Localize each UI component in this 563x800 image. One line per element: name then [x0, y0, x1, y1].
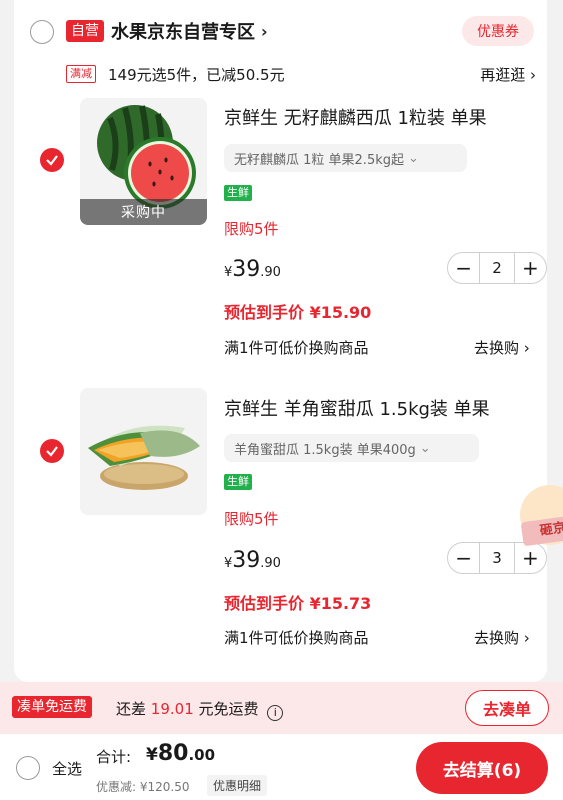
check-icon	[46, 446, 58, 457]
product-price: ¥39.90	[224, 257, 281, 282]
check-icon	[46, 155, 58, 166]
increase-button[interactable]: +	[515, 543, 546, 573]
product-image-melon[interactable]	[80, 388, 207, 515]
add-on-button[interactable]: 去凑单	[465, 690, 549, 726]
estimated-price: 预估到手价 ¥15.90	[224, 303, 372, 322]
discount-tag: 满减	[66, 65, 96, 83]
store-card: 自营 水果京东自营专区 › 优惠券 满减 149元选5件，已减50.5元 再逛逛…	[14, 0, 547, 682]
browse-more-link[interactable]: 再逛逛 ›	[480, 64, 536, 85]
select-all-label[interactable]: 全选	[52, 758, 82, 779]
quantity-input[interactable]: 3	[479, 543, 515, 573]
image-overlay-status: 采购中	[80, 199, 207, 225]
purchase-limit: 限购5件	[224, 510, 279, 528]
purchase-limit: 限购5件	[224, 220, 279, 238]
promo-row: 满减 149元选5件，已减50.5元 再逛逛 ›	[66, 63, 536, 85]
swap-offer-text: 满1件可低价换购商品	[224, 629, 369, 647]
spec-selector[interactable]: 羊角蜜甜瓜 1.5kg装 单果400g ⌄	[224, 434, 479, 462]
discount-detail-button[interactable]: 优惠明细	[207, 775, 268, 796]
total-label: 合计:	[96, 748, 132, 766]
product-image-watermelon[interactable]: 采购中	[80, 98, 207, 225]
discount-amount: 优惠减: ¥120.50	[96, 780, 190, 794]
swap-link[interactable]: 去换购 ›	[474, 337, 530, 358]
price-decimal: .90	[260, 556, 281, 571]
item-checkbox-watermelon[interactable]	[40, 148, 64, 172]
decrease-button[interactable]: −	[448, 543, 479, 573]
free-shipping-tag: 凑单免运费	[12, 696, 92, 718]
chevron-down-icon: ⌄	[408, 150, 419, 166]
free-shipping-text: 还差 19.01 元免运费 i	[116, 698, 284, 721]
free-shipping-suffix: 元免运费	[198, 700, 259, 718]
info-icon[interactable]: i	[267, 705, 284, 721]
quantity-stepper: − 2 +	[447, 252, 547, 284]
fresh-tag: 生鲜	[224, 474, 252, 490]
chevron-down-icon: ⌄	[419, 440, 431, 456]
total-integer: 80	[157, 741, 189, 766]
price-decimal: .90	[260, 265, 281, 280]
coupon-button[interactable]: 优惠券	[462, 16, 534, 46]
free-shipping-prefix: 还差	[116, 700, 147, 718]
store-name[interactable]: 水果京东自营专区	[111, 18, 255, 44]
free-shipping-bar: 凑单免运费 还差 19.01 元免运费 i 去凑单	[0, 682, 563, 734]
total-currency: ¥	[146, 745, 158, 765]
checkout-button[interactable]: 去结算(6)	[416, 742, 548, 794]
self-operated-tag: 自营	[66, 20, 104, 42]
promo-text: 149元选5件，已减50.5元	[108, 65, 285, 84]
spec-selector[interactable]: 无籽麒麟瓜 1粒 单果2.5kg起 ⌄	[224, 144, 467, 172]
store-header[interactable]: 自营 水果京东自营专区 ›	[66, 16, 268, 46]
spec-label: 无籽麒麟瓜 1粒 单果2.5kg起	[234, 152, 404, 168]
price-integer: 39	[232, 257, 261, 282]
free-shipping-amount: 19.01	[150, 700, 194, 718]
price-integer: 39	[232, 548, 261, 573]
spec-label: 羊角蜜甜瓜 1.5kg装 单果400g	[234, 442, 416, 458]
total-amount: ¥80.00	[146, 741, 215, 766]
quantity-input[interactable]: 2	[479, 253, 515, 283]
item-checkbox-melon[interactable]	[40, 439, 64, 463]
select-all-radio[interactable]	[16, 756, 40, 780]
swap-link[interactable]: 去换购 ›	[474, 627, 530, 648]
product-title[interactable]: 京鲜生 无籽麒麟西瓜 1粒装 单果	[224, 104, 487, 130]
chevron-right-icon: ›	[261, 21, 268, 41]
store-select-radio[interactable]	[30, 20, 54, 44]
melon-image	[88, 425, 200, 490]
total-decimal: .00	[188, 746, 216, 764]
fresh-tag: 生鲜	[224, 185, 252, 201]
product-title[interactable]: 京鲜生 羊角蜜甜瓜 1.5kg装 单果	[224, 395, 490, 421]
checkout-footer: 全选 合计: ¥80.00 优惠减: ¥120.50 优惠明细 去结算(6)	[0, 734, 563, 800]
decrease-button[interactable]: −	[448, 253, 479, 283]
quantity-stepper: − 3 +	[447, 542, 547, 574]
swap-offer-text: 满1件可低价换购商品	[224, 339, 369, 357]
product-price: ¥39.90	[224, 548, 281, 573]
increase-button[interactable]: +	[515, 253, 546, 283]
estimated-price: 预估到手价 ¥15.73	[224, 594, 372, 613]
